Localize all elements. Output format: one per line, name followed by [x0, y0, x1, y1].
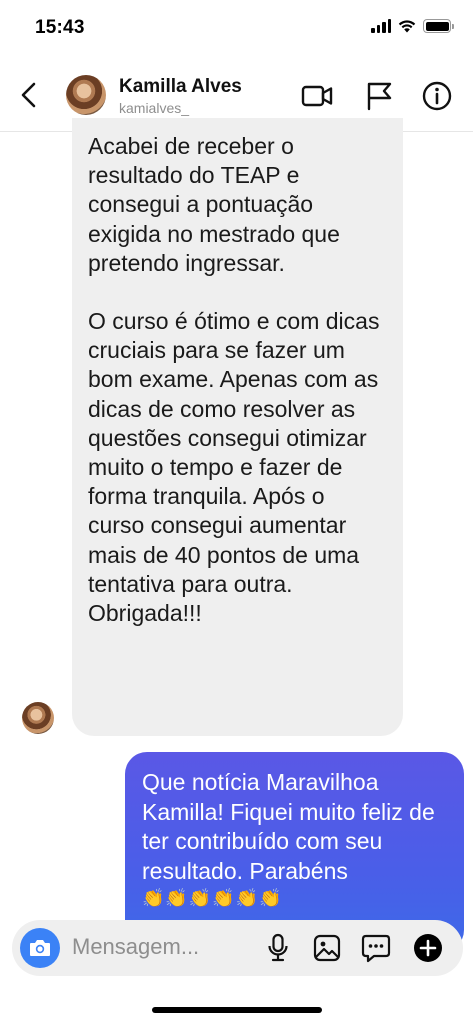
gallery-icon[interactable] — [311, 932, 343, 964]
sender-avatar[interactable] — [22, 702, 54, 734]
video-call-icon[interactable] — [300, 80, 334, 112]
status-bar: 15:43 — [0, 0, 473, 58]
message-paragraph: O curso é ótimo e com dicas cruciais par… — [88, 308, 380, 627]
incoming-message[interactable]: Acabei de receber o resultado do TEAP e … — [72, 118, 403, 736]
contact-handle[interactable]: kamialves_ — [119, 100, 189, 116]
microphone-icon[interactable] — [262, 932, 294, 964]
contact-avatar[interactable] — [66, 75, 106, 115]
message-input[interactable]: Mensagem... — [72, 934, 199, 960]
camera-icon — [30, 940, 50, 956]
flag-icon[interactable] — [362, 80, 396, 112]
wifi-icon — [398, 20, 416, 33]
message-composer: Mensagem... — [12, 920, 463, 976]
back-icon[interactable] — [14, 78, 46, 112]
message-text: Que notícia Maravilhoa Kamilla! Fiquei m… — [142, 769, 435, 884]
clap-emoji: 👏👏👏👏👏👏 — [142, 888, 283, 908]
status-time: 15:43 — [35, 17, 85, 38]
message-paragraph: Acabei de receber o resultado do TEAP e … — [88, 133, 340, 276]
info-icon[interactable] — [420, 80, 454, 112]
sticker-icon[interactable] — [360, 932, 392, 964]
signal-icon — [371, 19, 391, 33]
camera-button[interactable] — [20, 928, 60, 968]
plus-icon[interactable] — [412, 932, 444, 964]
battery-icon — [423, 19, 454, 33]
contact-name[interactable]: Kamilla Alves — [119, 76, 242, 98]
home-indicator — [152, 1007, 322, 1013]
status-icons — [371, 19, 454, 33]
